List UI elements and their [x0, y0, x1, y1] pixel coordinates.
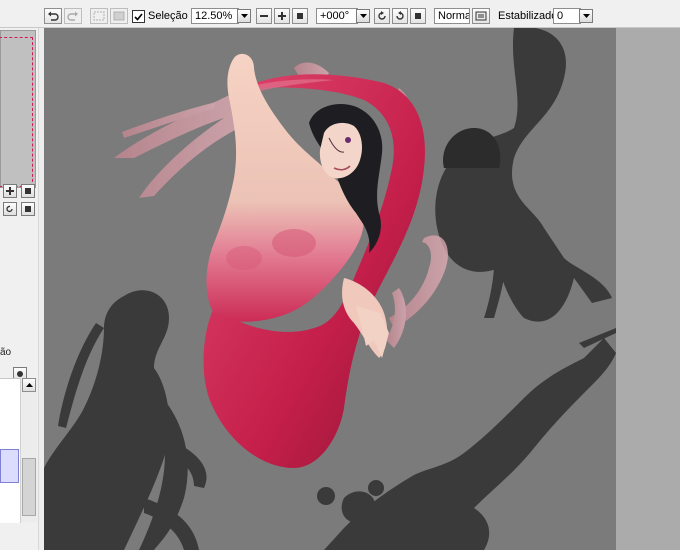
- outside-canvas-area: [616, 28, 680, 550]
- undo-icon: [48, 11, 59, 21]
- zoom-out-button[interactable]: [256, 8, 272, 24]
- stabilizer-dropdown[interactable]: [579, 9, 593, 23]
- redo-button[interactable]: [64, 8, 82, 24]
- square-icon: [25, 188, 31, 194]
- zoom-reset-icon: [297, 13, 303, 19]
- navigator-preview[interactable]: [0, 30, 36, 188]
- dropdown-arrow-icon: [582, 14, 590, 18]
- redo-icon: [67, 11, 78, 21]
- checkmark-icon: [134, 12, 143, 21]
- panel-truncated-label: ão: [0, 347, 12, 358]
- layer-scrollbar[interactable]: [20, 378, 37, 522]
- zoom-out-icon: [260, 15, 268, 17]
- canvas-area[interactable]: [44, 28, 680, 550]
- silhouette-left: [44, 290, 207, 550]
- layer-list[interactable]: [0, 378, 21, 523]
- dropdown-arrow-icon: [359, 14, 367, 18]
- rotate-icon: [6, 205, 13, 213]
- invert-selection-button[interactable]: [110, 8, 128, 24]
- nav-fit-button[interactable]: [21, 184, 35, 198]
- zoom-field[interactable]: 12.50%: [191, 8, 239, 24]
- blend-mode-field[interactable]: Normal: [434, 8, 470, 24]
- scroll-up-button[interactable]: [22, 378, 36, 392]
- zoom-reset-button[interactable]: [292, 8, 308, 24]
- layer-row-selected[interactable]: [0, 449, 19, 483]
- silhouette-bottom-right: [317, 328, 616, 550]
- dropdown-arrow-icon: [240, 14, 248, 18]
- nav-zoom-in-button[interactable]: [3, 184, 17, 198]
- flip-button[interactable]: [472, 8, 490, 24]
- selection-checkbox[interactable]: [132, 10, 145, 23]
- scroll-up-icon: [25, 383, 33, 387]
- mermaid-artwork: [44, 28, 616, 550]
- circle-icon: [17, 371, 23, 377]
- rotate-reset-icon: [415, 13, 421, 19]
- nav-rotate-button[interactable]: [3, 202, 17, 216]
- plus-icon: [6, 187, 14, 195]
- rotate-ccw-button[interactable]: [374, 8, 390, 24]
- selection-label: Seleção: [148, 10, 188, 22]
- square-icon: [25, 206, 31, 212]
- rotate-reset-button[interactable]: [410, 8, 426, 24]
- silhouette-top-right: [435, 28, 612, 322]
- scroll-thumb[interactable]: [22, 458, 36, 516]
- stabilizer-field[interactable]: 0: [553, 8, 581, 24]
- drawing-canvas[interactable]: [44, 28, 616, 550]
- invert-selection-icon: [113, 11, 125, 21]
- deselect-button[interactable]: [90, 8, 108, 24]
- zoom-in-button[interactable]: [274, 8, 290, 24]
- zoom-in-icon: [278, 12, 286, 20]
- toolbar: Seleção 12.50% +000° Normal Estabilizado…: [0, 0, 680, 28]
- nav-reset-button[interactable]: [21, 202, 35, 216]
- zoom-dropdown[interactable]: [237, 9, 251, 23]
- rotate-cw-icon: [396, 11, 404, 20]
- toolbar-top-strip: [0, 0, 680, 3]
- left-panel: ão: [0, 28, 38, 550]
- rotate-ccw-icon: [378, 11, 386, 20]
- navigator-view-frame[interactable]: [0, 37, 33, 187]
- rotation-dropdown[interactable]: [356, 9, 370, 23]
- deselect-icon: [93, 11, 105, 21]
- undo-button[interactable]: [44, 8, 62, 24]
- stabilizer-label: Estabilizador: [498, 10, 561, 22]
- flip-icon: [475, 11, 487, 21]
- rotate-cw-button[interactable]: [392, 8, 408, 24]
- rotation-field[interactable]: +000°: [316, 8, 358, 24]
